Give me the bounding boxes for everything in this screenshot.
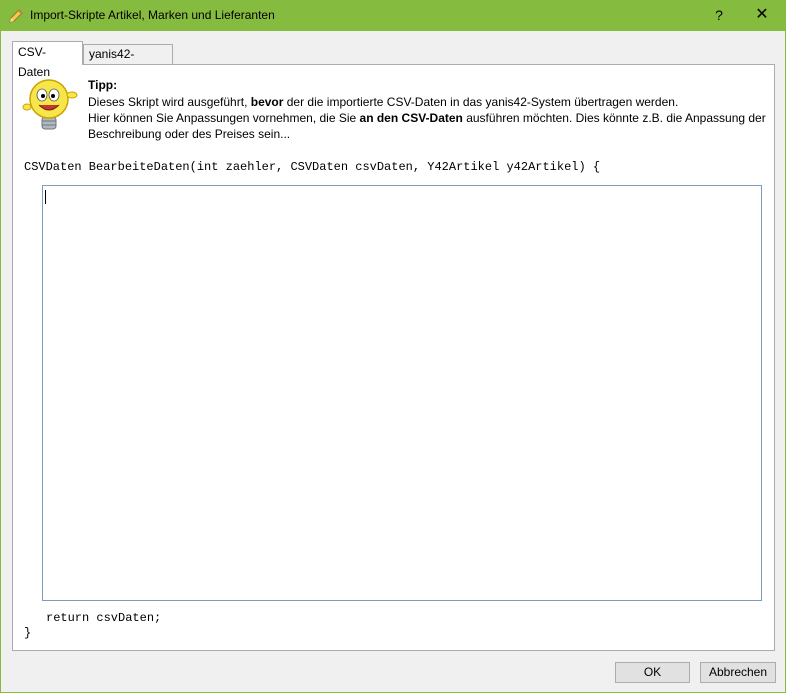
ok-button[interactable]: OK xyxy=(615,662,690,683)
tip-line-2: Hier können Sie Anpassungen vornehmen, d… xyxy=(88,110,768,142)
tip-line-1-bold: bevor xyxy=(250,95,284,109)
tip-text: Dieses Skript wird ausgeführt, bevor der… xyxy=(88,94,768,142)
close-button[interactable]: ✕ xyxy=(752,5,772,25)
pencil-icon xyxy=(8,8,24,24)
help-button[interactable]: ? xyxy=(709,5,729,25)
dialog-window: Import-Skripte Artikel, Marken und Liefe… xyxy=(0,0,786,693)
return-statement: return csvDaten; xyxy=(46,611,162,625)
tip-line-2a: Hier können Sie Anpassungen vornehmen, d… xyxy=(88,111,360,125)
lightbulb-mascot-icon xyxy=(22,77,78,133)
tip-line-1c: der die importierte CSV-Daten in das yan… xyxy=(283,95,679,109)
window-border-left xyxy=(0,31,1,693)
tip-heading: Tipp: xyxy=(88,78,118,92)
text-caret xyxy=(45,190,46,204)
tab-yanis42-artikel[interactable]: yanis42-Artikel xyxy=(83,44,173,79)
window-title: Import-Skripte Artikel, Marken und Liefe… xyxy=(30,8,275,22)
function-signature: CSVDaten BearbeiteDaten(int zaehler, CSV… xyxy=(24,160,601,174)
tab-csv-daten[interactable]: CSV-Daten xyxy=(12,41,83,79)
cancel-button[interactable]: Abbrechen xyxy=(700,662,776,683)
title-bar[interactable]: Import-Skripte Artikel, Marken und Liefe… xyxy=(0,0,786,31)
tip-line-2-bold: an den CSV-Daten xyxy=(359,111,463,125)
tip-line-1a: Dieses Skript wird ausgeführt, xyxy=(88,95,251,109)
script-editor[interactable] xyxy=(42,185,762,601)
tip-line-1: Dieses Skript wird ausgeführt, bevor der… xyxy=(88,94,768,110)
closing-brace: } xyxy=(24,626,32,640)
